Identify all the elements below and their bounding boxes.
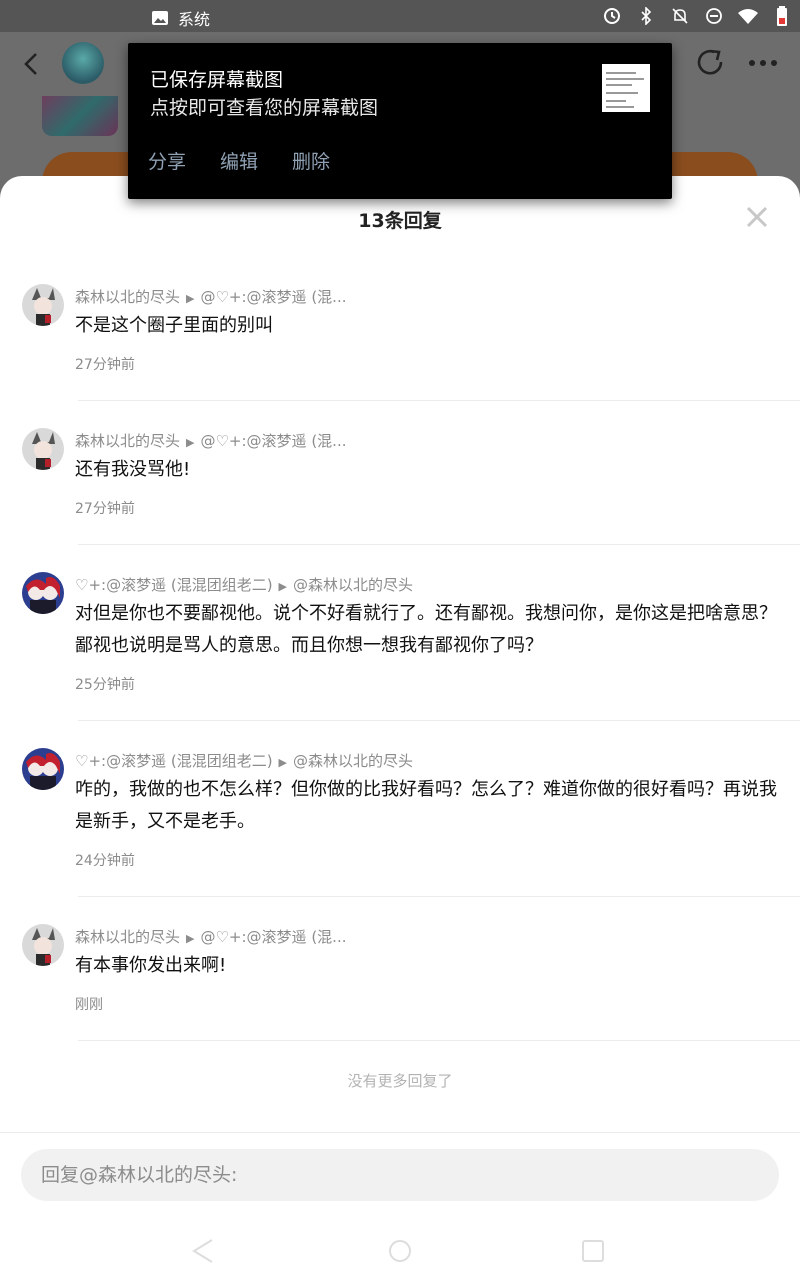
no-more-replies: 没有更多回复了 [347, 1072, 453, 1090]
status-bar: 系统 [0, 0, 800, 32]
reply-text: 咋的，我做的也不怎么样？但你做的比我好看吗？怎么了？难道你做的很好看吗？再说我是… [75, 779, 777, 832]
reply-meta: 森林以北的尽头 ▶ @♡+:@滚梦遥 (混... [75, 430, 346, 451]
screenshot-preview[interactable] [602, 64, 650, 112]
reply-meta: 森林以北的尽头 ▶ @♡+:@滚梦遥 (混... [75, 926, 346, 947]
reply-time: 27分钟前 [75, 501, 135, 517]
close-icon[interactable] [746, 206, 768, 228]
share-icon[interactable] [696, 48, 726, 78]
reply-text: 还有我没骂他! [75, 459, 191, 480]
reply-target[interactable]: @♡+:@滚梦遥 (混... [200, 432, 346, 450]
nav-back-icon[interactable] [190, 1238, 216, 1264]
image-icon [150, 8, 170, 28]
avatar[interactable] [22, 924, 64, 966]
notification-label: 系统 [178, 10, 211, 29]
replies-sheet: 13条回复 森林以北的尽头 ▶ @♡+:@滚梦遥 (混... 不是这个圈子里面的别叫… [0, 176, 800, 1280]
avatar[interactable] [22, 284, 64, 326]
reply-meta: ♡+:@滚梦遥 (混混团组老二) ▶ @森林以北的尽头 [75, 574, 413, 595]
reply-meta: ♡+:@滚梦遥 (混混团组老二) ▶ @森林以北的尽头 [75, 750, 413, 771]
reply-time: 27分钟前 [75, 357, 135, 373]
divider [78, 544, 800, 545]
reply-input[interactable]: 回复@森林以北的尽头: [21, 1149, 779, 1201]
reply-text: 不是这个圈子里面的别叫 [75, 315, 273, 336]
notifications-off-icon [670, 6, 690, 26]
bluetooth-icon [636, 6, 656, 26]
avatar[interactable] [22, 428, 64, 470]
nav-recents-icon[interactable] [580, 1238, 606, 1264]
reply-arrow-icon: ▶ [278, 580, 288, 593]
battery-icon [772, 6, 792, 26]
reply-text: 有本事你发出来啊! [75, 955, 227, 976]
reply-author[interactable]: ♡+:@滚梦遥 (混混团组老二) [75, 752, 273, 770]
back-icon[interactable] [18, 50, 46, 78]
reply-time: 刚刚 [75, 997, 103, 1013]
screenshot-toast[interactable]: 已保存屏幕截图 点按即可查看您的屏幕截图 分享 编辑 删除 [128, 43, 672, 199]
wifi-icon [738, 6, 758, 26]
reply-arrow-icon: ▶ [186, 932, 195, 945]
navigation-bar [0, 1228, 800, 1280]
toast-actions: 分享 编辑 删除 [148, 147, 330, 174]
nav-home-icon[interactable] [387, 1238, 413, 1264]
reply-text: 对但是你也不要鄙视他。说个不好看就行了。还有鄙视。我想问你，是你这是把啥意思？鄙… [75, 603, 777, 656]
reply-time: 24分钟前 [75, 853, 135, 869]
status-left: 系统 [150, 6, 210, 30]
do-not-disturb-icon [704, 6, 724, 26]
sync-icon [602, 6, 622, 26]
sheet-title: 13条回复 [358, 210, 442, 232]
reply-arrow-icon: ▶ [278, 756, 288, 769]
toast-share-button[interactable]: 分享 [148, 147, 186, 174]
reply-author[interactable]: 森林以北的尽头 [75, 288, 180, 306]
toast-delete-button[interactable]: 删除 [292, 147, 330, 174]
toast-edit-button[interactable]: 编辑 [220, 147, 258, 174]
avatar[interactable] [22, 572, 64, 614]
reply-author[interactable]: 森林以北的尽头 [75, 432, 180, 450]
reply-meta: 森林以北的尽头 ▶ @♡+:@滚梦遥 (混... [75, 286, 346, 307]
reply-time: 25分钟前 [75, 677, 135, 693]
divider [78, 720, 800, 721]
reply-target[interactable]: @♡+:@滚梦遥 (混... [200, 288, 346, 306]
post-thumbnail [42, 96, 118, 136]
divider [78, 896, 800, 897]
toast-title: 已保存屏幕截图 [150, 69, 284, 91]
reply-target[interactable]: @森林以北的尽头 [293, 576, 413, 594]
status-right [602, 6, 792, 26]
toast-subtitle: 点按即可查看您的屏幕截图 [150, 97, 379, 119]
reply-arrow-icon: ▶ [186, 292, 195, 305]
more-icon[interactable] [746, 48, 780, 78]
avatar[interactable] [22, 748, 64, 790]
divider [0, 1132, 800, 1133]
reply-author[interactable]: ♡+:@滚梦遥 (混混团组老二) [75, 576, 273, 594]
reply-target[interactable]: @森林以北的尽头 [293, 752, 413, 770]
author-avatar[interactable] [62, 42, 104, 84]
reply-arrow-icon: ▶ [186, 436, 195, 449]
divider [78, 400, 800, 401]
reply-target[interactable]: @♡+:@滚梦遥 (混... [200, 928, 346, 946]
divider [78, 1040, 800, 1041]
reply-author[interactable]: 森林以北的尽头 [75, 928, 180, 946]
